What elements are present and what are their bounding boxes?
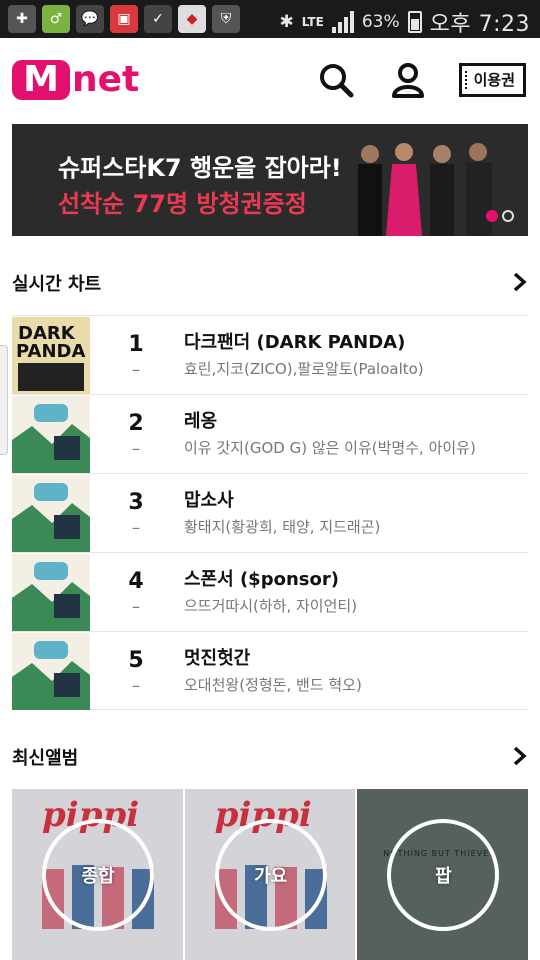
banner-title: 슈퍼스타K7 행운을 잡아라! [58,154,342,182]
chart-row[interactable]: 5 – 멋진헛간 오대천왕(정형돈, 밴드 혁오) [12,631,528,710]
pagination-dot[interactable] [502,210,514,222]
rank-change: – [132,439,140,458]
side-drawer-handle[interactable] [0,345,8,455]
new-albums-grid: pippi 종합 pippi 가요 NOTHING BUT THIEVES 팝 [12,789,529,960]
rank-change: – [132,360,140,379]
app-notification-icon: ♂ [42,5,70,33]
album-card-kpop[interactable]: pippi 가요 [184,789,356,960]
song-artist: 오대천왕(정형돈, 밴드 혁오) [184,676,362,694]
shield-app-icon: ◆ [178,5,206,33]
album-thumbnail [12,633,90,710]
chart-rank: 1 [128,332,144,357]
user-icon[interactable] [390,62,426,98]
battery-icon [407,11,422,33]
shop-icon: ▣ [110,5,138,33]
category-pop-button[interactable]: 팝 [387,819,500,931]
song-title: 멋진헛간 [184,648,251,669]
chart-row[interactable]: 3 – 맙소사 황태지(황광희, 태양, 지드래곤) [12,473,528,552]
song-artist: 황태지(황광희, 태양, 지드래곤) [184,518,381,536]
banner-people-image [358,143,492,236]
song-artist: 으뜨거따시(하하, 자이언티) [184,597,358,615]
chat-icon: 💬 [76,5,104,33]
song-title: 맙소사 [184,490,234,511]
chevron-right-icon[interactable] [512,272,528,292]
album-thumbnail [12,554,90,631]
signal-icon [331,11,354,33]
chart-row[interactable]: 4 – 스폰서 ($ponsor) 으뜨거따시(하하, 자이언티) [12,552,528,631]
album-card-pop[interactable]: NOTHING BUT THIEVES 팝 [357,789,529,960]
clipboard-icon: ✓ [144,5,172,33]
add-icon: ✚ [8,5,36,33]
search-icon[interactable] [318,62,354,98]
album-thumbnail [12,475,90,552]
notification-icons: ✚ ♂ 💬 ▣ ✓ ◆ ⛨ [8,5,240,33]
banner-pagination[interactable] [486,210,514,222]
song-title: 스폰서 ($ponsor) [184,569,339,590]
realtime-chart-header[interactable]: 실시간 차트 [12,262,528,302]
network-type: LTE [301,15,324,29]
logo-m-mark: M [12,60,70,100]
section-title: 실시간 차트 [12,274,102,295]
chart-rank: 5 [128,648,144,673]
rank-change: – [132,518,140,537]
song-artist: 효린,지코(ZICO),팔로알토(Paloalto) [184,360,424,378]
clock: 오후 7:23 [429,12,530,37]
logo-text: net [72,59,140,100]
chart-rank: 4 [128,569,144,594]
mnet-logo[interactable]: M net [12,60,139,100]
category-all-button[interactable]: 종합 [42,819,154,931]
status-bar: ✚ ♂ 💬 ▣ ✓ ◆ ⛨ ✱ LTE 63% 오후 7:23 [0,0,540,38]
rank-change: – [132,676,140,695]
chevron-right-icon[interactable] [512,746,528,766]
chart-row[interactable]: 2 – 레옹 이유 갓지(GOD G) 않은 이유(박명수, 아이유) [12,394,528,473]
song-title: 다크팬더 (DARK PANDA) [184,332,406,353]
pagination-dot-active[interactable] [486,210,498,222]
svg-text:PANDA: PANDA [16,341,85,362]
rank-change: – [132,597,140,616]
banner-subtitle: 선착순 77명 방청권증정 [58,190,307,218]
battery-percent: 63% [361,12,400,32]
app-header: M net 이용권 [0,38,540,124]
section-title: 최신앨범 [12,748,79,769]
song-artist: 이유 갓지(GOD G) 않은 이유(박명수, 아이유) [184,439,476,457]
chart-rank: 2 [128,411,144,436]
song-title: 레옹 [184,411,218,432]
promo-banner[interactable]: 슈퍼스타K7 행운을 잡아라! 선착순 77명 방청권증정 [12,124,528,236]
album-thumbnail [12,396,90,473]
chart-rank: 3 [128,490,144,515]
album-card-all[interactable]: pippi 종합 [12,789,183,960]
security-shield-icon: ⛨ [212,5,240,33]
album-thumbnail: DARK PANDA [12,317,90,394]
realtime-chart-list: DARK PANDA 1 – 다크팬더 (DARK PANDA) 효린,지코(Z… [12,315,528,710]
new-albums-header[interactable]: 최신앨범 [12,736,528,776]
chart-row[interactable]: DARK PANDA 1 – 다크팬더 (DARK PANDA) 효린,지코(Z… [12,315,528,394]
ticket-button[interactable]: 이용권 [458,63,526,97]
bluetooth-icon: ✱ [279,12,294,32]
category-kpop-button[interactable]: 가요 [214,819,327,931]
